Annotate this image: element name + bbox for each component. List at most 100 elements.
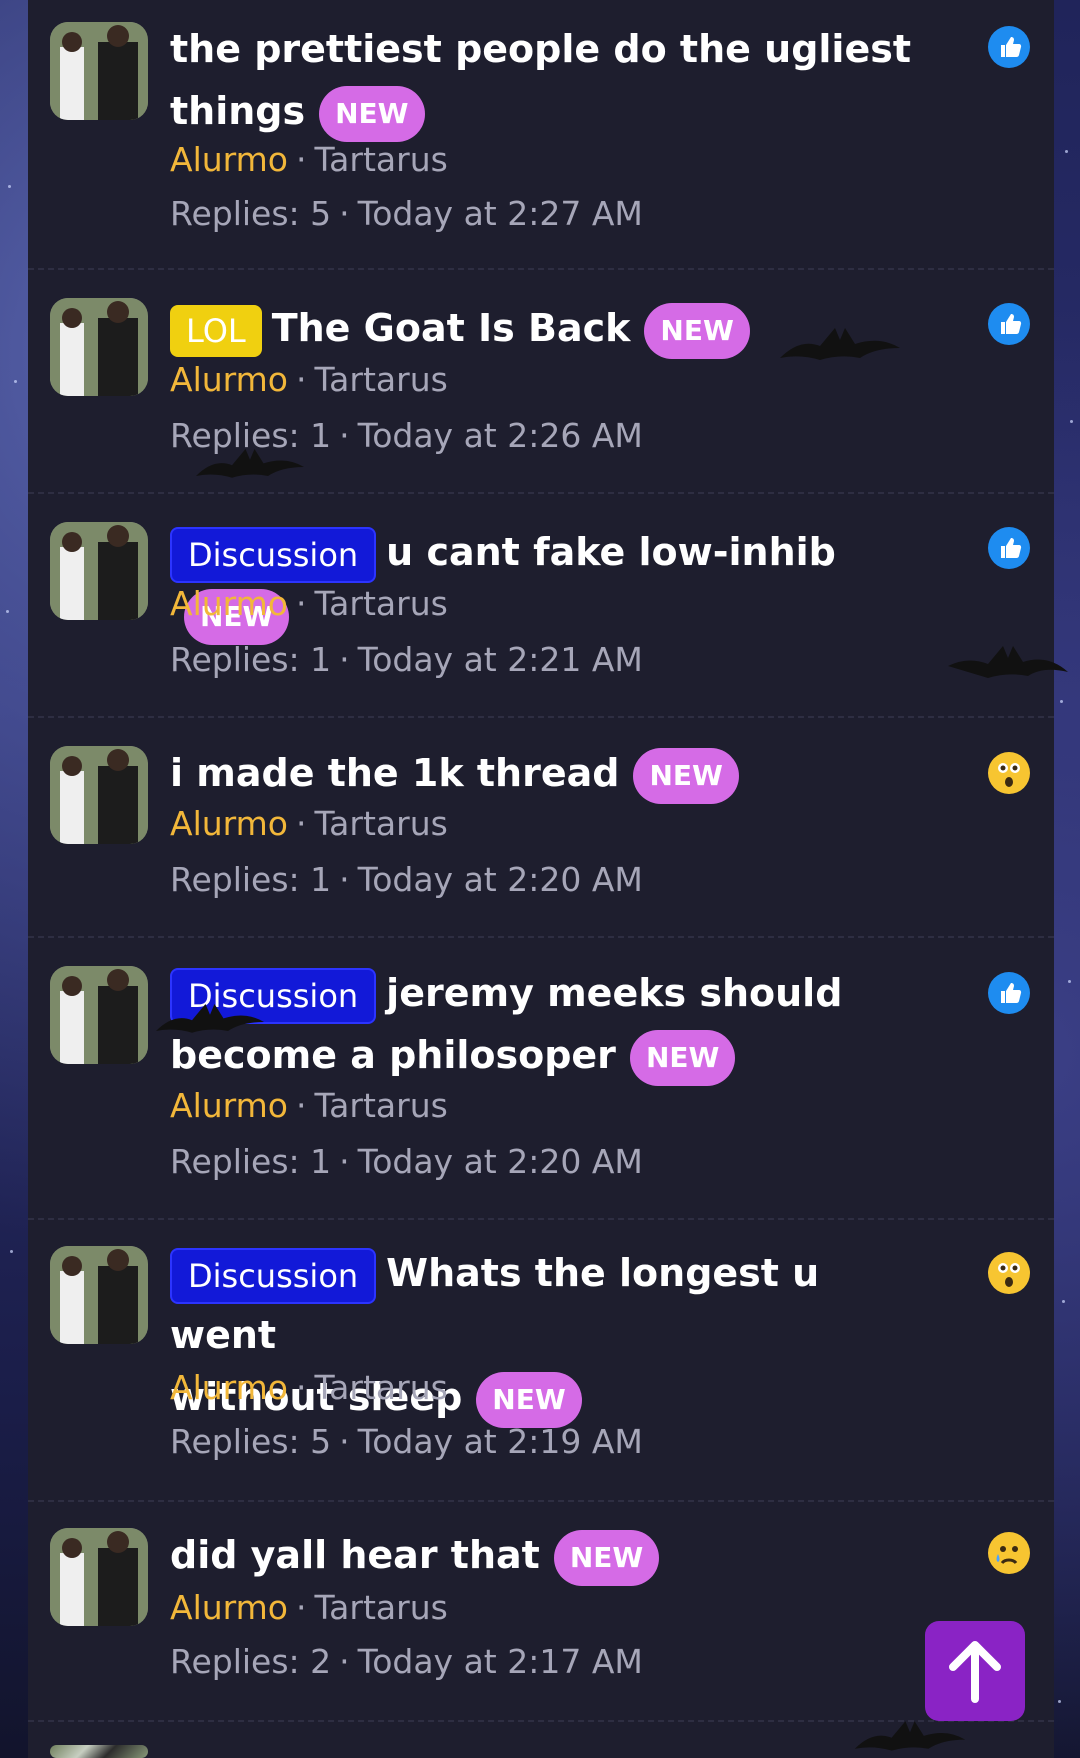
thread-item[interactable]: Discussion jeremy meeks should become a p… — [28, 936, 1054, 1220]
thread-title[interactable]: Discussion jeremy meeks should become a p… — [170, 962, 930, 1086]
separator: · — [295, 360, 307, 399]
bat-decoration — [780, 328, 900, 360]
separator: · — [339, 640, 350, 679]
thread-meta: Alurmo · Tartarus — [170, 804, 448, 843]
thread-title[interactable]: did yall hear that NEW — [170, 1524, 930, 1586]
replies-count: Replies: 1 — [170, 1142, 332, 1181]
avatar[interactable] — [50, 1745, 148, 1758]
like-icon[interactable] — [988, 527, 1030, 569]
avatar[interactable] — [50, 1246, 148, 1344]
last-post-time[interactable]: Today at 2:20 AM — [358, 1142, 643, 1181]
thread-stats: Replies: 5 · Today at 2:27 AM — [170, 194, 643, 233]
thread-meta: Alurmo · Tartarus — [170, 1368, 448, 1407]
bat-decoration — [156, 1004, 264, 1033]
thread-stats: Replies: 1 · Today at 2:20 AM — [170, 860, 643, 899]
separator: · — [295, 1086, 307, 1125]
avatar[interactable] — [50, 298, 148, 396]
thread-title-text: u cant fake low-inhib — [386, 530, 836, 574]
new-badge: NEW — [644, 302, 750, 359]
thread-title-text: The Goat Is Back — [271, 306, 631, 350]
author-link[interactable]: Alurmo — [170, 1368, 288, 1407]
forum-link[interactable]: Tartarus — [314, 1588, 447, 1627]
prefix-label[interactable]: Discussion — [170, 526, 377, 583]
separator: · — [339, 416, 350, 455]
thread-title[interactable]: Discussion u cant fake low-inhibNEW — [170, 521, 930, 645]
separator: · — [295, 584, 307, 623]
wow-icon[interactable] — [988, 1252, 1030, 1294]
bat-decoration — [948, 646, 1068, 678]
new-badge: NEW — [553, 1529, 660, 1586]
thread-item[interactable]: Discussion u cant fake low-inhibNEW Alurm… — [28, 492, 1054, 718]
thread-title[interactable]: the prettiest people do the ugliest thin… — [170, 18, 930, 142]
thread-stats: Replies: 1 · Today at 2:21 AM — [170, 640, 643, 679]
separator: · — [295, 1368, 307, 1407]
last-post-time[interactable]: Today at 2:20 AM — [358, 860, 643, 899]
thread-item[interactable]: the prettiest people do the ugliest thin… — [28, 0, 1054, 270]
separator: · — [339, 1142, 350, 1181]
last-post-time[interactable]: Today at 2:21 AM — [358, 640, 643, 679]
separator: · — [295, 140, 307, 179]
separator: · — [295, 804, 307, 843]
thread-meta: Alurmo · Tartarus — [170, 360, 448, 399]
wow-icon[interactable] — [988, 752, 1030, 794]
sad-icon[interactable] — [988, 1532, 1030, 1574]
prefix-label[interactable]: LOL — [170, 304, 262, 357]
like-icon[interactable] — [988, 26, 1030, 68]
thread-meta: Alurmo · Tartarus — [170, 140, 448, 179]
avatar[interactable] — [50, 746, 148, 844]
separator: · — [339, 860, 350, 899]
thread-title-line: jeremy meeks should — [386, 971, 843, 1015]
author-link[interactable]: Alurmo — [170, 584, 288, 623]
thread-title-text: did yall hear that — [170, 1533, 540, 1577]
thread-stats: Replies: 2 · Today at 2:17 AM — [170, 1642, 643, 1681]
forum-link[interactable]: Tartarus — [314, 360, 447, 399]
forum-link[interactable]: Tartarus — [314, 1368, 447, 1407]
replies-count: Replies: 5 — [170, 194, 332, 233]
thread-meta: Alurmo · Tartarus — [170, 1086, 448, 1125]
scroll-to-top-button[interactable] — [925, 1621, 1025, 1721]
replies-count: Replies: 1 — [170, 640, 332, 679]
replies-count: Replies: 1 — [170, 860, 332, 899]
avatar[interactable] — [50, 22, 148, 120]
thread-item[interactable]: LOL The Goat Is Back NEW Alurmo · Tartarus R… — [28, 268, 1054, 494]
thread-title[interactable]: i made the 1k thread NEW — [170, 742, 930, 804]
author-link[interactable]: Alurmo — [170, 360, 288, 399]
arrow-up-icon — [949, 1641, 1001, 1703]
prefix-label[interactable]: Discussion — [170, 1247, 377, 1304]
separator: · — [339, 1642, 350, 1681]
author-link[interactable]: Alurmo — [170, 140, 288, 179]
like-icon[interactable] — [988, 303, 1030, 345]
author-link[interactable]: Alurmo — [170, 804, 288, 843]
avatar[interactable] — [50, 1528, 148, 1626]
forum-link[interactable]: Tartarus — [314, 584, 447, 623]
like-icon[interactable] — [988, 972, 1030, 1014]
forum-link[interactable]: Tartarus — [314, 804, 447, 843]
thread-list: the prettiest people do the ugliest thin… — [28, 0, 1054, 1758]
new-badge: NEW — [629, 1029, 736, 1086]
replies-count: Replies: 5 — [170, 1422, 332, 1461]
author-link[interactable]: Alurmo — [170, 1086, 288, 1125]
forum-link[interactable]: Tartarus — [314, 1086, 447, 1125]
thread-stats: Replies: 1 · Today at 2:20 AM — [170, 1142, 643, 1181]
last-post-time[interactable]: Today at 2:19 AM — [358, 1422, 643, 1461]
thread-item[interactable]: Discussion Whats the longest u went witho… — [28, 1218, 1054, 1502]
avatar[interactable] — [50, 966, 148, 1064]
last-post-time[interactable]: Today at 2:17 AM — [358, 1642, 643, 1681]
avatar[interactable] — [50, 522, 148, 620]
separator: · — [339, 1422, 350, 1461]
replies-count: Replies: 2 — [170, 1642, 332, 1681]
author-link[interactable]: Alurmo — [170, 1588, 288, 1627]
thread-meta: Alurmo · Tartarus — [170, 584, 448, 623]
thread-stats: Replies: 5 · Today at 2:19 AM — [170, 1422, 643, 1461]
thread-item[interactable]: i made the 1k thread NEW Alurmo · Tartarus … — [28, 716, 1054, 938]
last-post-time[interactable]: Today at 2:27 AM — [358, 194, 643, 233]
bat-decoration — [196, 449, 304, 478]
new-badge: NEW — [319, 85, 425, 142]
last-post-time[interactable]: Today at 2:26 AM — [358, 416, 643, 455]
separator: · — [295, 1588, 307, 1627]
thread-item[interactable]: did yall hear that NEW Alurmo · Tartarus Re… — [28, 1500, 1054, 1722]
new-badge: NEW — [633, 747, 739, 804]
forum-link[interactable]: Tartarus — [314, 140, 447, 179]
thread-meta: Alurmo · Tartarus — [170, 1588, 448, 1627]
new-badge: NEW — [476, 1371, 582, 1428]
